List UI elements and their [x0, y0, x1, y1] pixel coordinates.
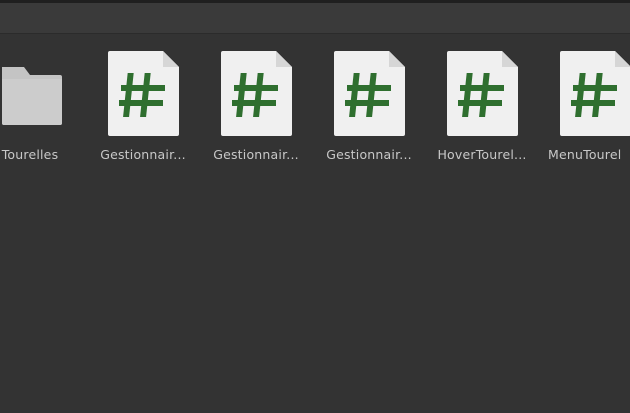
asset-script[interactable]: HoverTourel...: [432, 51, 532, 171]
asset-label: MenuTourel: [548, 147, 622, 162]
asset-label: Gestionnair...: [326, 147, 412, 162]
csharp-script-icon: [107, 51, 179, 137]
asset-script[interactable]: Gestionnair...: [319, 51, 419, 171]
csharp-script-icon: [559, 51, 630, 137]
csharp-script-icon: [333, 51, 405, 137]
project-browser-toolbar: [0, 3, 630, 34]
asset-label: Gestionnair...: [100, 147, 186, 162]
asset-label: Gestionnair...: [213, 147, 299, 162]
folder-icon: [0, 51, 66, 137]
csharp-script-icon: [446, 51, 518, 137]
csharp-script-icon: [220, 51, 292, 137]
asset-label: HoverTourel...: [437, 147, 527, 162]
asset-label: Tourelles: [1, 147, 59, 162]
asset-script[interactable]: MenuTourel: [545, 51, 630, 171]
asset-script[interactable]: Gestionnair...: [206, 51, 306, 171]
asset-folder-tourelles[interactable]: Tourelles: [0, 51, 80, 171]
asset-grid: Tourelles Gestionnair... Gestionnair... …: [0, 34, 630, 413]
asset-script[interactable]: Gestionnair...: [93, 51, 193, 171]
